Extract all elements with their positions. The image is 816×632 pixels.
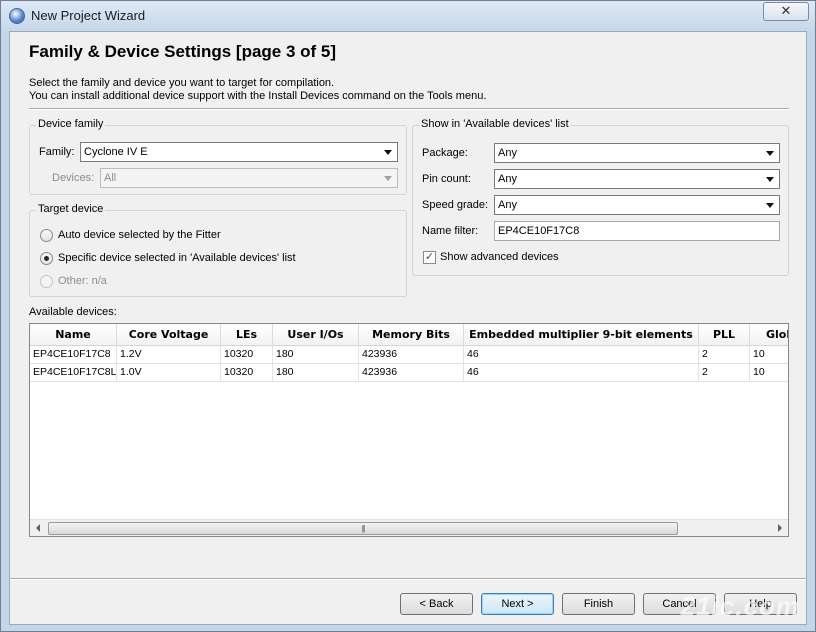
chevron-down-icon [384, 150, 392, 155]
cell-embedded-multiplier: 46 [464, 364, 699, 382]
pin-count-label: Pin count: [422, 173, 471, 185]
other-device-radio[interactable] [40, 275, 53, 288]
cell-core-voltage: 1.0V [117, 364, 221, 382]
column-header-memory-bits[interactable]: Memory Bits [359, 324, 464, 346]
column-header-pll[interactable]: PLL [699, 324, 750, 346]
table-header: Name Core Voltage LEs User I/Os Memory B… [30, 324, 788, 346]
cell-memory-bits: 423936 [359, 346, 464, 364]
cell-les: 10320 [221, 346, 273, 364]
auto-device-radio[interactable] [40, 229, 53, 242]
table-row[interactable]: EP4CE10F17C8L 1.0V 10320 180 423936 46 2… [30, 364, 788, 382]
chevron-down-icon [766, 203, 774, 208]
available-devices-label: Available devices: [29, 306, 117, 318]
app-icon [9, 8, 25, 24]
column-header-user-ios[interactable]: User I/Os [273, 324, 359, 346]
column-header-embedded-multiplier[interactable]: Embedded multiplier 9-bit elements [464, 324, 699, 346]
pin-count-dropdown-value: Any [498, 173, 517, 185]
header-divider [29, 108, 789, 110]
name-filter-label: Name filter: [422, 225, 479, 237]
cell-name: EP4CE10F17C8 [30, 346, 117, 364]
specific-device-radio-label[interactable]: Specific device selected in 'Available d… [58, 252, 296, 264]
scroll-right-icon[interactable] [778, 524, 782, 532]
cell-embedded-multiplier: 46 [464, 346, 699, 364]
package-label: Package: [422, 147, 468, 159]
chevron-down-icon [766, 151, 774, 156]
cell-user-ios: 180 [273, 364, 359, 382]
device-family-group: Device family Family: Cyclone IV E Devic… [29, 118, 407, 195]
pin-count-dropdown[interactable]: Any [494, 169, 780, 189]
close-button[interactable]: ✕ [763, 2, 809, 21]
description-line-1: Select the family and device you want to… [29, 77, 335, 89]
description-line-2: You can install additional device suppor… [29, 90, 487, 102]
devices-dropdown[interactable]: All [100, 168, 398, 188]
speed-grade-dropdown-value: Any [498, 199, 517, 211]
finish-button[interactable]: Finish [562, 593, 635, 615]
speed-grade-dropdown[interactable]: Any [494, 195, 780, 215]
next-button[interactable]: Next > [481, 593, 554, 615]
back-button[interactable]: < Back [400, 593, 473, 615]
other-device-radio-label: Other: n/a [58, 275, 107, 287]
chevron-down-icon [766, 177, 774, 182]
title-bar[interactable]: New Project Wizard ✕ [1, 1, 815, 31]
footer-divider [10, 578, 806, 580]
column-header-les[interactable]: LEs [221, 324, 273, 346]
show-in-list-group-label: Show in 'Available devices' list [419, 118, 571, 130]
family-dropdown-value: Cyclone IV E [84, 146, 148, 158]
wizard-client-area: Family & Device Settings [page 3 of 5] S… [9, 31, 807, 625]
cell-global-clocks: 10 [750, 364, 788, 382]
cell-pll: 2 [699, 346, 750, 364]
watermark-logo: 21ic.com [680, 591, 800, 621]
wizard-window: New Project Wizard ✕ Family & Device Set… [0, 0, 816, 632]
available-devices-table[interactable]: Name Core Voltage LEs User I/Os Memory B… [29, 323, 789, 537]
package-dropdown[interactable]: Any [494, 143, 780, 163]
scrollbar-thumb[interactable]: ||| [48, 522, 678, 535]
cell-core-voltage: 1.2V [117, 346, 221, 364]
devices-label: Devices: [52, 172, 95, 184]
target-device-group: Target device Auto device selected by th… [29, 203, 407, 297]
cell-memory-bits: 423936 [359, 364, 464, 382]
horizontal-scrollbar[interactable]: ||| [30, 519, 788, 536]
devices-dropdown-value: All [104, 172, 117, 184]
page-title: Family & Device Settings [page 3 of 5] [29, 42, 337, 61]
chevron-down-icon [384, 176, 392, 181]
specific-device-radio[interactable] [40, 252, 53, 265]
scroll-left-icon[interactable] [36, 524, 40, 532]
target-device-group-label: Target device [36, 203, 106, 215]
column-header-global-clocks[interactable]: Glob [750, 324, 788, 346]
family-label: Family: [39, 146, 75, 158]
package-dropdown-value: Any [498, 147, 517, 159]
cell-global-clocks: 10 [750, 346, 788, 364]
speed-grade-label: Speed grade: [422, 199, 489, 211]
window-title: New Project Wizard [31, 8, 146, 23]
cell-les: 10320 [221, 364, 273, 382]
family-dropdown[interactable]: Cyclone IV E [80, 142, 398, 162]
auto-device-radio-label[interactable]: Auto device selected by the Fitter [58, 229, 221, 241]
table-row[interactable]: EP4CE10F17C8 1.2V 10320 180 423936 46 2 … [30, 346, 788, 364]
show-advanced-checkbox[interactable]: ✓ [423, 251, 436, 264]
show-advanced-label[interactable]: Show advanced devices [440, 251, 559, 263]
cell-name: EP4CE10F17C8L [30, 364, 117, 382]
cell-pll: 2 [699, 364, 750, 382]
name-filter-input[interactable]: EP4CE10F17C8 [494, 221, 780, 241]
column-header-core-voltage[interactable]: Core Voltage [117, 324, 221, 346]
device-family-group-label: Device family [36, 118, 106, 130]
cell-user-ios: 180 [273, 346, 359, 364]
column-header-name[interactable]: Name [30, 324, 117, 346]
show-in-list-group: Show in 'Available devices' list Package… [412, 118, 789, 276]
